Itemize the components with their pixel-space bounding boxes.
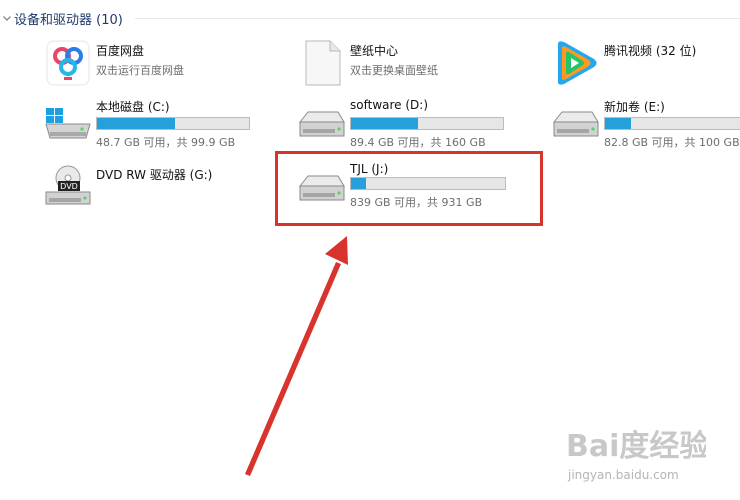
item-name: 腾讯视频 (32 位) [604, 44, 697, 58]
item-drive-e[interactable]: 新加卷 (E:) 82.8 GB 可用，共 100 GB [552, 96, 740, 149]
drive-usage-fill [97, 118, 175, 129]
highlight-rectangle [275, 151, 543, 226]
group-title: 设备和驱动器 (10) [14, 12, 123, 28]
drive-free-space: 48.7 GB 可用，共 99.9 GB [96, 136, 236, 149]
drive-free-space: 89.4 GB 可用，共 160 GB [350, 136, 486, 149]
item-name: 百度网盘 [96, 44, 145, 58]
item-name: 壁纸中心 [350, 44, 399, 58]
item-description: 双击更换桌面壁纸 [350, 64, 438, 77]
windows-drive-icon [45, 108, 91, 139]
dvd-drive-icon: DVD [45, 165, 91, 205]
drive-usage-bar [350, 117, 504, 130]
tencent-video-icon [558, 41, 597, 85]
drive-free-space: 82.8 GB 可用，共 100 GB [604, 136, 740, 149]
explorer-content: 设备和驱动器 (10) 百度网盘 双击运行百度网盘 壁纸中心 双击更换桌面壁纸 [0, 0, 740, 500]
drive-usage-bar [604, 117, 740, 130]
item-drive-g[interactable]: DVD DVD RW 驱动器 (G:) [44, 164, 254, 210]
baidu-netdisk-icon [46, 40, 90, 86]
drive-usage-fill [605, 118, 631, 129]
blank-document-icon [305, 40, 341, 86]
watermark-url: jingyan.baidu.com [568, 468, 679, 482]
dvd-badge: DVD [60, 182, 78, 191]
item-description: 双击运行百度网盘 [96, 64, 184, 77]
item-tencent-video[interactable]: 腾讯视频 (32 位) [552, 40, 740, 86]
chevron-down-icon [3, 16, 11, 21]
hard-drive-icon [298, 111, 345, 137]
item-wallpaper-center[interactable]: 壁纸中心 双击更换桌面壁纸 [298, 40, 498, 86]
watermark-logo-text: Bai度经验 [566, 429, 706, 464]
drive-usage-bar [96, 117, 250, 130]
baidu-jingyan-watermark: Bai度经验 jingyan.baidu.com [566, 424, 736, 490]
group-header-devices[interactable]: 设备和驱动器 (10) [2, 8, 123, 28]
item-drive-c[interactable]: 本地磁盘 (C:) 48.7 GB 可用，共 99.9 GB [44, 96, 254, 149]
item-name: 本地磁盘 (C:) [96, 100, 170, 114]
drive-usage-fill [351, 118, 418, 129]
group-divider [135, 18, 740, 19]
item-drive-d[interactable]: software (D:) 89.4 GB 可用，共 160 GB [298, 96, 508, 149]
baidu-paw-logo-icon: Bai度经验 [566, 429, 706, 464]
item-name: software (D:) [350, 98, 428, 112]
item-name: 新加卷 (E:) [604, 100, 665, 114]
item-baidu-netdisk[interactable]: 百度网盘 双击运行百度网盘 [44, 40, 244, 86]
hard-drive-icon [552, 111, 599, 137]
item-name: DVD RW 驱动器 (G:) [96, 168, 213, 182]
